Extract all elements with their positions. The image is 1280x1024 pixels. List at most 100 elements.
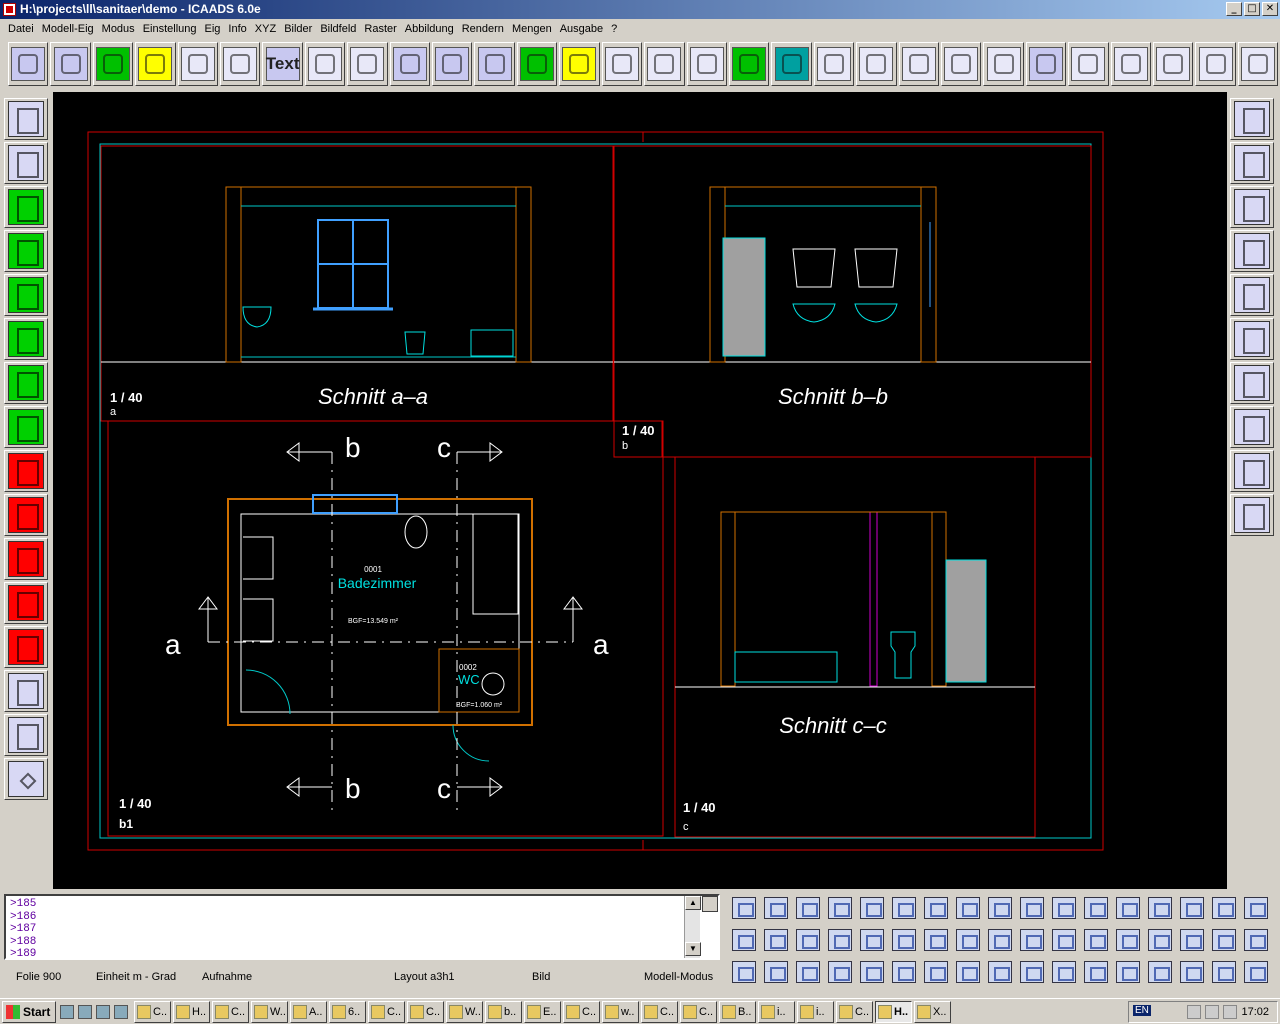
language-indicator[interactable]: EN: [1133, 1005, 1151, 1016]
schematic-2d-button[interactable]: [1068, 42, 1109, 86]
riser-valve-button[interactable]: [4, 274, 48, 316]
fitting-button[interactable]: [1230, 274, 1274, 316]
scroll-up-icon[interactable]: ▲: [685, 896, 701, 910]
menu-item-modus[interactable]: Modus: [98, 23, 139, 35]
help-button[interactable]: [792, 924, 824, 955]
quicklaunch-browser-icon[interactable]: [78, 1004, 92, 1019]
tray-network-icon[interactable]: [1187, 1005, 1202, 1019]
grid4-yellow-button[interactable]: [1208, 956, 1240, 987]
vacuum-button[interactable]: [984, 892, 1016, 923]
block-button[interactable]: [984, 956, 1016, 987]
taskbar-task[interactable]: H..: [173, 1000, 210, 1023]
hand-button[interactable]: [952, 956, 984, 987]
drain-valve-button[interactable]: [4, 230, 48, 272]
tww-heater-button[interactable]: [4, 450, 48, 492]
taskbar-task[interactable]: H..: [875, 1000, 912, 1023]
view-3d-button[interactable]: [686, 42, 727, 86]
window-grid-button[interactable]: [1240, 924, 1272, 955]
hatch-edit-button[interactable]: [888, 924, 920, 955]
box-3d-button[interactable]: [432, 42, 473, 86]
menu-item-einstellung[interactable]: Einstellung: [139, 23, 201, 35]
window-tile-button[interactable]: [1176, 924, 1208, 955]
menu-item-rendern[interactable]: Rendern: [458, 23, 508, 35]
taskbar-task[interactable]: C..: [680, 1000, 717, 1023]
drain-button[interactable]: [728, 42, 770, 86]
elbow-button[interactable]: [983, 42, 1024, 86]
maximize-button[interactable]: □: [1244, 2, 1260, 16]
schematic-link-button[interactable]: [4, 670, 48, 712]
taskbar-task[interactable]: W..: [446, 1000, 483, 1023]
tray-volume-icon[interactable]: [1205, 1005, 1220, 1019]
support-button[interactable]: [1230, 318, 1274, 360]
first-button[interactable]: [728, 892, 760, 923]
taskbar-task[interactable]: C..: [134, 1000, 171, 1023]
stair-3d-button[interactable]: [516, 42, 558, 86]
snap-grid-button[interactable]: [920, 924, 952, 955]
taskbar-task[interactable]: B..: [719, 1000, 756, 1023]
prev-button[interactable]: [760, 892, 792, 923]
mirror-button[interactable]: [728, 924, 760, 955]
name-help-button[interactable]: [856, 924, 888, 955]
taskbar-task[interactable]: w..: [602, 1000, 639, 1023]
lines-button[interactable]: [824, 892, 856, 923]
dimension-chain-button[interactable]: [952, 892, 984, 923]
drawing-canvas[interactable]: Schnitt a–a 1 / 40 a Schnitt b–b 1 / 40 …: [53, 92, 1227, 889]
hatch-button[interactable]: [347, 42, 388, 86]
block5-button[interactable]: [1112, 956, 1144, 987]
zoom-all-button[interactable]: [1112, 892, 1144, 923]
schematic-node-button[interactable]: [4, 714, 48, 756]
menu-item-abbildung[interactable]: Abbildung: [401, 23, 458, 35]
flip-button[interactable]: [728, 956, 760, 987]
rotate-button[interactable]: [1230, 406, 1274, 448]
menu-item-bilder[interactable]: Bilder: [280, 23, 316, 35]
undo-button[interactable]: [1144, 892, 1176, 923]
taskbar-task[interactable]: A..: [290, 1000, 327, 1023]
app-icon[interactable]: [3, 3, 16, 16]
grid4-button[interactable]: [1176, 956, 1208, 987]
mirror2-button[interactable]: [760, 924, 792, 955]
radiator-button[interactable]: [1110, 42, 1151, 86]
snap-button[interactable]: [792, 892, 824, 923]
pipe-connection-button[interactable]: [4, 362, 48, 404]
mesh-button[interactable]: [220, 42, 261, 86]
pipe-route-button[interactable]: [1152, 42, 1194, 86]
menu-item-xyz[interactable]: XYZ: [251, 23, 280, 35]
block2-button[interactable]: [1016, 956, 1048, 987]
sphere-render-button[interactable]: [1230, 450, 1274, 492]
text-text-button[interactable]: [856, 956, 888, 987]
align-button[interactable]: [824, 924, 856, 955]
stairs-button[interactable]: [135, 42, 176, 86]
diamond-button[interactable]: [4, 758, 48, 800]
grid4-multi-button[interactable]: [1240, 956, 1272, 987]
flip2-button[interactable]: [760, 956, 792, 987]
tww-drain-button[interactable]: [4, 186, 48, 228]
menu-item-ausgabe[interactable]: Ausgabe: [556, 23, 607, 35]
brick-button[interactable]: [1208, 892, 1240, 923]
circle-button[interactable]: [92, 42, 134, 86]
menu-item-bildfeld[interactable]: Bildfeld: [316, 23, 360, 35]
command-window-box[interactable]: [702, 896, 718, 912]
close-button[interactable]: ✕: [1262, 2, 1278, 16]
axis-button[interactable]: [1112, 924, 1144, 955]
redo-button[interactable]: [1176, 892, 1208, 923]
explode-button[interactable]: [1230, 494, 1274, 536]
layer-number-button[interactable]: [1230, 186, 1274, 228]
edit-pencil-button[interactable]: [4, 142, 48, 184]
block3-button[interactable]: [1048, 956, 1080, 987]
pressure-gauge-button[interactable]: [940, 42, 982, 86]
print-button[interactable]: [1144, 924, 1176, 955]
taskbar-task[interactable]: C..: [368, 1000, 405, 1023]
branch-button[interactable]: [1230, 230, 1274, 272]
menu-item-datei[interactable]: Datei: [4, 23, 38, 35]
minimize-button[interactable]: _: [1226, 2, 1242, 16]
help-query-button[interactable]: [1230, 98, 1274, 140]
query-button[interactable]: [792, 956, 824, 987]
menu-item-info[interactable]: Info: [224, 23, 250, 35]
delete-button[interactable]: [1080, 924, 1112, 955]
menu-item-help[interactable]: ?: [607, 23, 621, 35]
arrow-right-button[interactable]: [1237, 42, 1279, 86]
name-button[interactable]: [856, 892, 888, 923]
block4-button[interactable]: [1080, 956, 1112, 987]
wall-outlet-button[interactable]: [1025, 42, 1067, 86]
taskbar-task[interactable]: E..: [524, 1000, 561, 1023]
